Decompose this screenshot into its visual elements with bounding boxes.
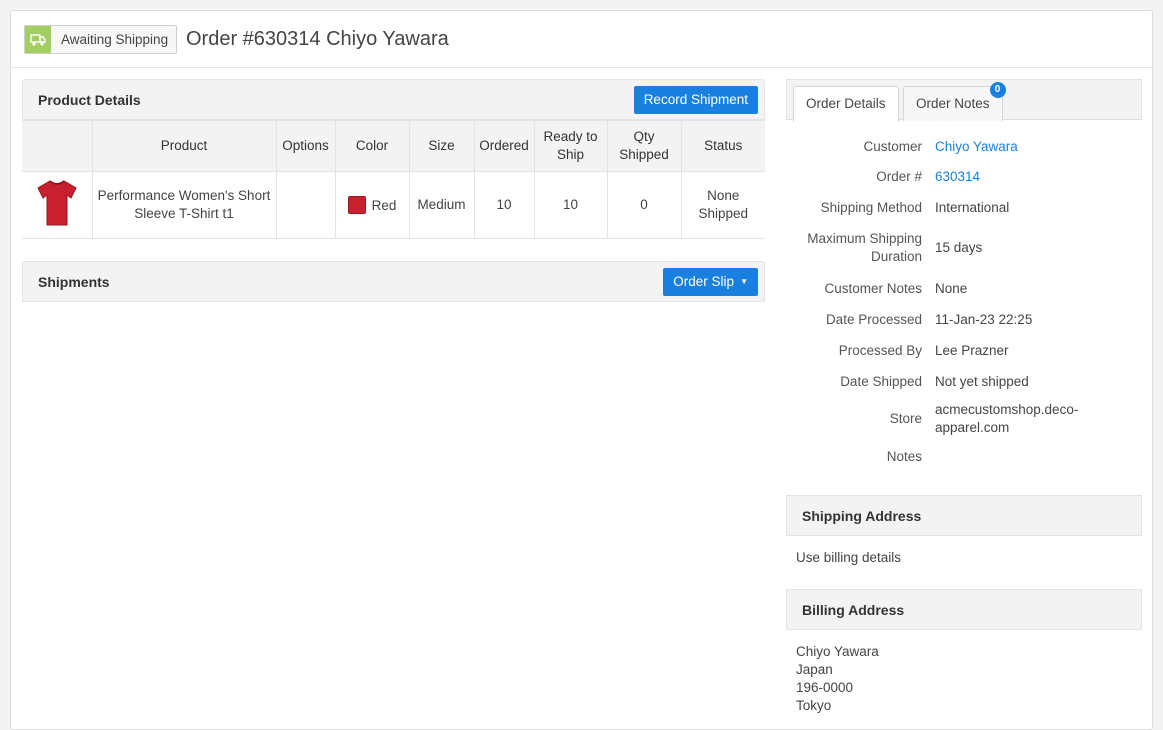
product-name: Performance Women's Short Sleeve T-Shirt… <box>91 171 277 239</box>
details-tabs: Order Details Order Notes 0 <box>786 79 1142 122</box>
order-link[interactable]: 630314 <box>922 168 1132 186</box>
tab-order-details[interactable]: Order Details <box>793 86 899 122</box>
col-header-image <box>22 120 93 172</box>
product-options <box>275 171 336 239</box>
shipping-method-label: Shipping Method <box>820 199 922 215</box>
notes-label: Notes <box>886 448 922 464</box>
customer-label: Customer <box>863 138 922 154</box>
shipments-header: Shipments Order Slip ▼ <box>22 261 765 302</box>
col-header-ready: Ready to Ship <box>533 120 608 172</box>
table-header-row: Product Options Color Size Ordered Ready… <box>22 120 765 172</box>
page-title: Order #630314 Chiyo Yawara <box>186 28 449 50</box>
col-header-ordered: Ordered <box>473 120 535 172</box>
products-table: Product Options Color Size Ordered Ready… <box>22 120 765 239</box>
shipping-address-title: Shipping Address <box>802 508 922 524</box>
product-details-header: Product Details Record Shipment <box>22 79 765 120</box>
col-header-size: Size <box>408 120 475 172</box>
color-label: Red <box>371 197 397 213</box>
order-slip-button[interactable]: Order Slip ▼ <box>663 268 758 296</box>
detail-row-shipping-method: Shipping Method International <box>786 192 1142 223</box>
record-shipment-button[interactable]: Record Shipment <box>633 86 758 114</box>
col-header-qty-shipped: Qty Shipped <box>606 120 682 172</box>
billing-country: Japan <box>796 662 833 677</box>
col-header-color: Color <box>334 120 410 172</box>
order-slip-label: Order Slip <box>673 274 735 289</box>
product-thumbnail[interactable] <box>22 171 93 239</box>
date-shipped-value: Not yet shipped <box>935 373 1029 389</box>
detail-row-order: Order # 630314 <box>786 162 1142 192</box>
order-panel: Awaiting Shipping Order #630314 Chiyo Ya… <box>10 10 1153 730</box>
status-badge: Awaiting Shipping <box>24 25 178 54</box>
detail-row-processed-by: Processed By Lee Prazner <box>786 335 1142 366</box>
color-swatch <box>347 195 366 214</box>
store-label: Store <box>889 410 922 426</box>
billing-postcode: 196-0000 <box>796 680 854 695</box>
detail-row-notes: Notes <box>786 440 1142 473</box>
caret-down-icon: ▼ <box>740 277 748 286</box>
date-shipped-label: Date Shipped <box>840 373 922 389</box>
detail-row-date-processed: Date Processed 11-Jan-23 22:25 <box>786 304 1142 335</box>
tshirt-icon <box>37 179 77 225</box>
customer-notes-value: None <box>935 280 968 296</box>
billing-name: Chiyo Yawara <box>796 644 879 659</box>
billing-address-title: Billing Address <box>802 602 905 618</box>
product-shipped: 0 <box>606 171 682 239</box>
detail-row-date-shipped: Date Shipped Not yet shipped <box>786 366 1142 397</box>
tab-order-notes[interactable]: Order Notes 0 <box>903 82 1006 121</box>
col-header-options: Options <box>275 120 336 172</box>
status-text: Awaiting Shipping <box>61 32 169 47</box>
processed-by-value: Lee Prazner <box>935 342 1009 358</box>
customer-link[interactable]: Chiyo Yawara <box>922 138 1132 156</box>
max-duration-value: 15 days <box>935 240 983 255</box>
date-processed-label: Date Processed <box>825 311 922 327</box>
product-size: Medium <box>408 171 475 239</box>
truck-icon <box>25 26 51 53</box>
notes-count-badge: 0 <box>989 82 1006 98</box>
date-processed-value: 11-Jan-23 22:25 <box>935 311 1033 327</box>
product-ready: 10 <box>533 171 608 239</box>
order-label: Order # <box>876 169 922 184</box>
shipping-method-value: International <box>935 199 1010 215</box>
order-details-list: Customer Chiyo Yawara Order # 630314 Shi… <box>786 131 1142 473</box>
product-ordered: 10 <box>473 171 535 239</box>
billing-city: Tokyo <box>796 698 832 713</box>
processed-by-label: Processed By <box>838 342 922 358</box>
detail-row-max-duration: Maximum Shipping Duration 15 days <box>786 223 1142 273</box>
tab-order-notes-label: Order Notes <box>916 96 990 111</box>
col-header-product: Product <box>91 120 277 172</box>
shipments-title: Shipments <box>38 274 110 290</box>
customer-notes-label: Customer Notes <box>824 280 922 296</box>
detail-row-customer-notes: Customer Notes None <box>786 273 1142 304</box>
col-header-status: Status <box>680 120 765 172</box>
order-header: Awaiting Shipping Order #630314 Chiyo Ya… <box>11 11 1152 68</box>
shipping-address-header: Shipping Address <box>786 495 1142 536</box>
detail-row-customer: Customer Chiyo Yawara <box>786 131 1142 162</box>
product-status: None Shipped <box>680 171 765 239</box>
detail-row-store: Store acmecustomshop.deco-apparel.com <box>786 397 1142 440</box>
shipping-address-text: Use billing details <box>796 550 902 565</box>
max-duration-label: Maximum Shipping Duration <box>807 231 922 264</box>
store-value: acmecustomshop.deco-apparel.com <box>935 401 1079 435</box>
product-details-title: Product Details <box>38 92 141 108</box>
billing-address-header: Billing Address <box>786 589 1142 630</box>
table-row: Performance Women's Short Sleeve T-Shirt… <box>22 171 765 239</box>
product-color: Red <box>334 171 410 239</box>
billing-address: Chiyo Yawara Japan 196-0000 Tokyo <box>796 643 879 715</box>
